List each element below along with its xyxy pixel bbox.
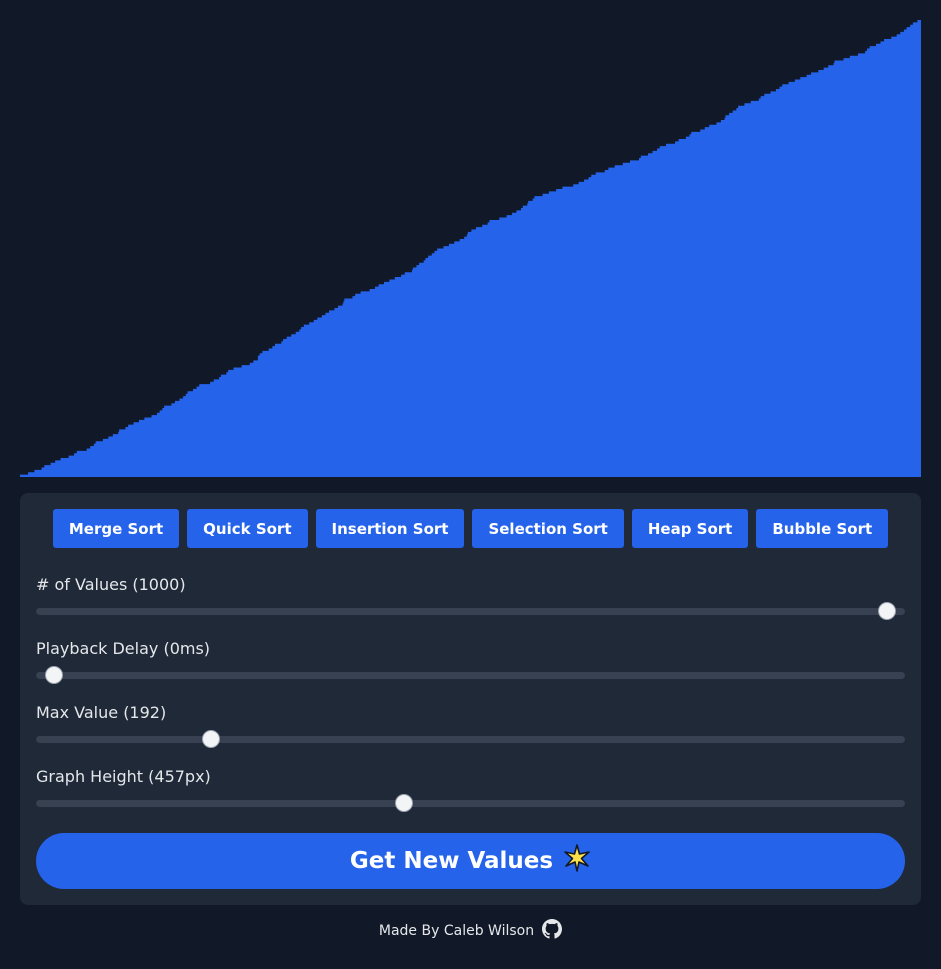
- bubble-sort-button[interactable]: Bubble Sort: [756, 509, 889, 548]
- values-count-thumb[interactable]: [878, 602, 896, 620]
- graph-height-control: Graph Height (457px): [36, 767, 905, 812]
- graph-height-thumb[interactable]: [394, 794, 413, 812]
- heap-sort-button[interactable]: Heap Sort: [631, 509, 749, 548]
- playback-delay-thumb[interactable]: [45, 666, 63, 684]
- graph-height-slider[interactable]: [36, 794, 905, 812]
- values-count-control: # of Values (1000): [36, 575, 905, 620]
- max-value-control: Max Value (192): [36, 703, 905, 748]
- github-icon[interactable]: [542, 919, 563, 943]
- graph-height-label: Graph Height (457px): [36, 767, 211, 786]
- merge-sort-button[interactable]: Merge Sort: [52, 509, 180, 548]
- quick-sort-button[interactable]: Quick Sort: [187, 509, 308, 548]
- bar-graph: [20, 18, 921, 477]
- sparkle-icon: [563, 844, 591, 878]
- values-count-label: # of Values (1000): [36, 575, 186, 594]
- algorithm-buttons: Merge Sort Quick Sort Insertion Sort Sel…: [20, 509, 921, 548]
- footer: Made By Caleb Wilson: [0, 919, 941, 943]
- max-value-thumb[interactable]: [201, 730, 220, 748]
- values-count-slider[interactable]: [36, 602, 905, 620]
- max-value-slider[interactable]: [36, 730, 905, 748]
- selection-sort-button[interactable]: Selection Sort: [472, 509, 624, 548]
- footer-credit: Made By Caleb Wilson: [378, 923, 535, 939]
- get-new-values-label: Get New Values: [349, 848, 554, 874]
- insertion-sort-button[interactable]: Insertion Sort: [315, 509, 465, 548]
- playback-delay-control: Playback Delay (0ms): [36, 639, 905, 684]
- playback-delay-slider[interactable]: [36, 666, 905, 684]
- playback-delay-label: Playback Delay (0ms): [36, 639, 211, 658]
- max-value-label: Max Value (192): [36, 703, 167, 722]
- get-new-values-button[interactable]: Get New Values: [36, 833, 905, 889]
- controls-panel: Merge Sort Quick Sort Insertion Sort Sel…: [20, 493, 921, 905]
